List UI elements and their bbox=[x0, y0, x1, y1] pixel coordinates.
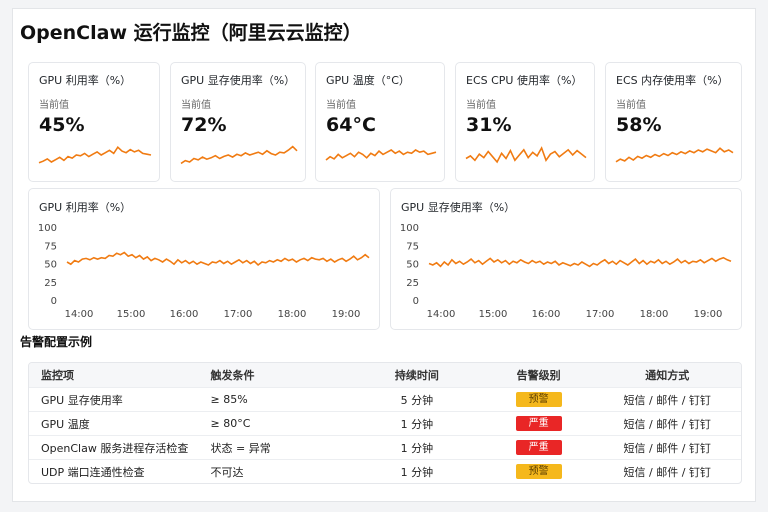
x-tick-label: 15:00 bbox=[479, 309, 508, 320]
line-chart-gpu-mem: 0 25 50 75 100 14:00 15:00 16:00 17:00 18:00 19:00 bbox=[400, 223, 732, 320]
x-tick-label: 14:00 bbox=[427, 309, 456, 320]
stat-card-title: ECS CPU 使用率（%） bbox=[466, 74, 583, 87]
cell-duration: 1 分钟 bbox=[400, 417, 434, 431]
y-tick-label: 100 bbox=[38, 223, 57, 234]
alert-config-table: 监控项 触发条件 持续时间 告警级别 通知方式 GPU 显存使用率 ≥ 85% … bbox=[28, 362, 742, 484]
stat-card-gpu-temp[interactable]: GPU 温度（°C） 当前值 64°C bbox=[315, 62, 445, 182]
sparkline-series bbox=[38, 145, 152, 164]
stat-card-ecs-cpu[interactable]: ECS CPU 使用率（%） 当前值 31% bbox=[455, 62, 595, 182]
cell-condition: ≥ 85% bbox=[210, 393, 248, 406]
y-tick-label: 25 bbox=[44, 278, 57, 289]
level-badge: 预警 bbox=[515, 464, 562, 479]
chart-card-gpu-mem: GPU 显存使用率（%） 0 25 50 75 100 14:00 15:00 16:00 17… bbox=[390, 188, 742, 330]
y-tick-label: 100 bbox=[400, 223, 419, 234]
column-header: 持续时间 bbox=[394, 369, 439, 382]
column-header: 通知方式 bbox=[645, 369, 690, 382]
sparkline-series bbox=[325, 149, 437, 161]
cell-duration: 1 分钟 bbox=[400, 441, 434, 455]
sparkline bbox=[615, 147, 734, 163]
stat-card-subtitle: 当前值 bbox=[326, 100, 356, 111]
x-tick-label: 17:00 bbox=[586, 309, 615, 320]
cell-item: UDP 端口连通性检查 bbox=[41, 465, 145, 479]
series-line bbox=[66, 251, 370, 267]
stat-card-subtitle: 当前值 bbox=[39, 100, 69, 111]
x-tick-label: 18:00 bbox=[640, 309, 669, 320]
chart-card-gpu-util: GPU 利用率（%） 0 25 50 75 100 14:00 15:00 16:00 17:0… bbox=[28, 188, 380, 330]
cell-notify: 短信 / 邮件 / 钉钉 bbox=[623, 441, 711, 455]
stat-card-value: 64°C bbox=[326, 114, 376, 136]
level-badge: 预警 bbox=[515, 392, 562, 407]
cell-notify: 短信 / 邮件 / 钉钉 bbox=[623, 465, 711, 479]
cell-item: GPU 显存使用率 bbox=[41, 393, 123, 407]
column-header: 告警级别 bbox=[516, 369, 561, 382]
table-row[interactable]: OpenClaw 服务进程存活检查 状态 = 异常 1 分钟 严重 短信 / 邮… bbox=[29, 435, 741, 459]
x-tick-label: 19:00 bbox=[694, 309, 723, 320]
x-tick-label: 15:00 bbox=[117, 309, 146, 320]
sparkline bbox=[38, 145, 152, 164]
sparkline bbox=[180, 145, 298, 165]
x-tick-label: 16:00 bbox=[170, 309, 199, 320]
series-line bbox=[428, 256, 732, 268]
cell-condition: 不可达 bbox=[210, 465, 244, 479]
sparkline-series bbox=[615, 147, 734, 163]
stat-card-subtitle: 当前值 bbox=[181, 100, 211, 111]
table-row[interactable]: UDP 端口连通性检查 不可达 1 分钟 预警 短信 / 邮件 / 钉钉 bbox=[29, 459, 741, 483]
cell-condition: ≥ 80°C bbox=[210, 417, 251, 430]
y-tick-label: 0 bbox=[413, 296, 419, 307]
stat-card-gpu-mem[interactable]: GPU 显存使用率（%） 当前值 72% bbox=[170, 62, 306, 182]
sparkline-series bbox=[180, 145, 298, 165]
alert-section-title: 告警配置示例 bbox=[20, 335, 93, 349]
stat-card-gpu-util[interactable]: GPU 利用率（%） 当前值 45% bbox=[28, 62, 160, 182]
cell-condition: 状态 = 异常 bbox=[210, 441, 271, 455]
sparkline-series bbox=[465, 146, 587, 164]
x-tick-label: 14:00 bbox=[65, 309, 94, 320]
y-tick-label: 25 bbox=[406, 278, 419, 289]
stat-card-value: 45% bbox=[39, 114, 85, 136]
table-header-row: 监控项 触发条件 持续时间 告警级别 通知方式 bbox=[29, 363, 741, 387]
stat-card-subtitle: 当前值 bbox=[466, 100, 496, 111]
column-header: 监控项 bbox=[41, 369, 74, 382]
cell-duration: 5 分钟 bbox=[400, 393, 434, 407]
y-tick-label: 75 bbox=[406, 241, 419, 252]
stat-card-subtitle: 当前值 bbox=[616, 100, 646, 111]
y-tick-label: 50 bbox=[44, 260, 57, 271]
table-row[interactable]: GPU 显存使用率 ≥ 85% 5 分钟 预警 短信 / 邮件 / 钉钉 bbox=[29, 387, 741, 411]
y-tick-label: 75 bbox=[44, 241, 57, 252]
y-tick-label: 0 bbox=[51, 296, 57, 307]
stat-card-title: GPU 利用率（%） bbox=[39, 74, 132, 87]
cell-notify: 短信 / 邮件 / 钉钉 bbox=[623, 417, 711, 431]
stat-card-value: 58% bbox=[616, 114, 662, 136]
x-tick-label: 17:00 bbox=[224, 309, 253, 320]
sparkline bbox=[325, 149, 437, 161]
cell-item: GPU 温度 bbox=[41, 417, 90, 431]
stat-card-title: GPU 温度（°C） bbox=[326, 74, 410, 87]
page-title: OpenClaw 运行监控（阿里云云监控） bbox=[20, 22, 362, 44]
stat-card-ecs-mem[interactable]: ECS 内存使用率（%） 当前值 58% bbox=[605, 62, 742, 182]
cell-duration: 1 分钟 bbox=[400, 465, 434, 479]
table-row[interactable]: GPU 温度 ≥ 80°C 1 分钟 严重 短信 / 邮件 / 钉钉 bbox=[29, 411, 741, 435]
y-tick-label: 50 bbox=[406, 260, 419, 271]
stat-card-title: GPU 显存使用率（%） bbox=[181, 74, 296, 87]
column-header: 触发条件 bbox=[210, 369, 255, 382]
stat-card-value: 31% bbox=[466, 114, 512, 136]
x-tick-label: 18:00 bbox=[278, 309, 307, 320]
stat-card-value: 72% bbox=[181, 114, 227, 136]
x-tick-label: 16:00 bbox=[532, 309, 561, 320]
stat-card-title: ECS 内存使用率（%） bbox=[616, 74, 729, 87]
line-chart-gpu-util: 0 25 50 75 100 14:00 15:00 16:00 17:00 18:00 19:00 bbox=[38, 223, 370, 320]
level-badge: 严重 bbox=[515, 440, 562, 455]
sparkline bbox=[465, 146, 587, 164]
cell-item: OpenClaw 服务进程存活检查 bbox=[41, 441, 189, 455]
cell-notify: 短信 / 邮件 / 钉钉 bbox=[623, 393, 711, 407]
x-tick-label: 19:00 bbox=[332, 309, 361, 320]
level-badge: 严重 bbox=[515, 416, 562, 431]
